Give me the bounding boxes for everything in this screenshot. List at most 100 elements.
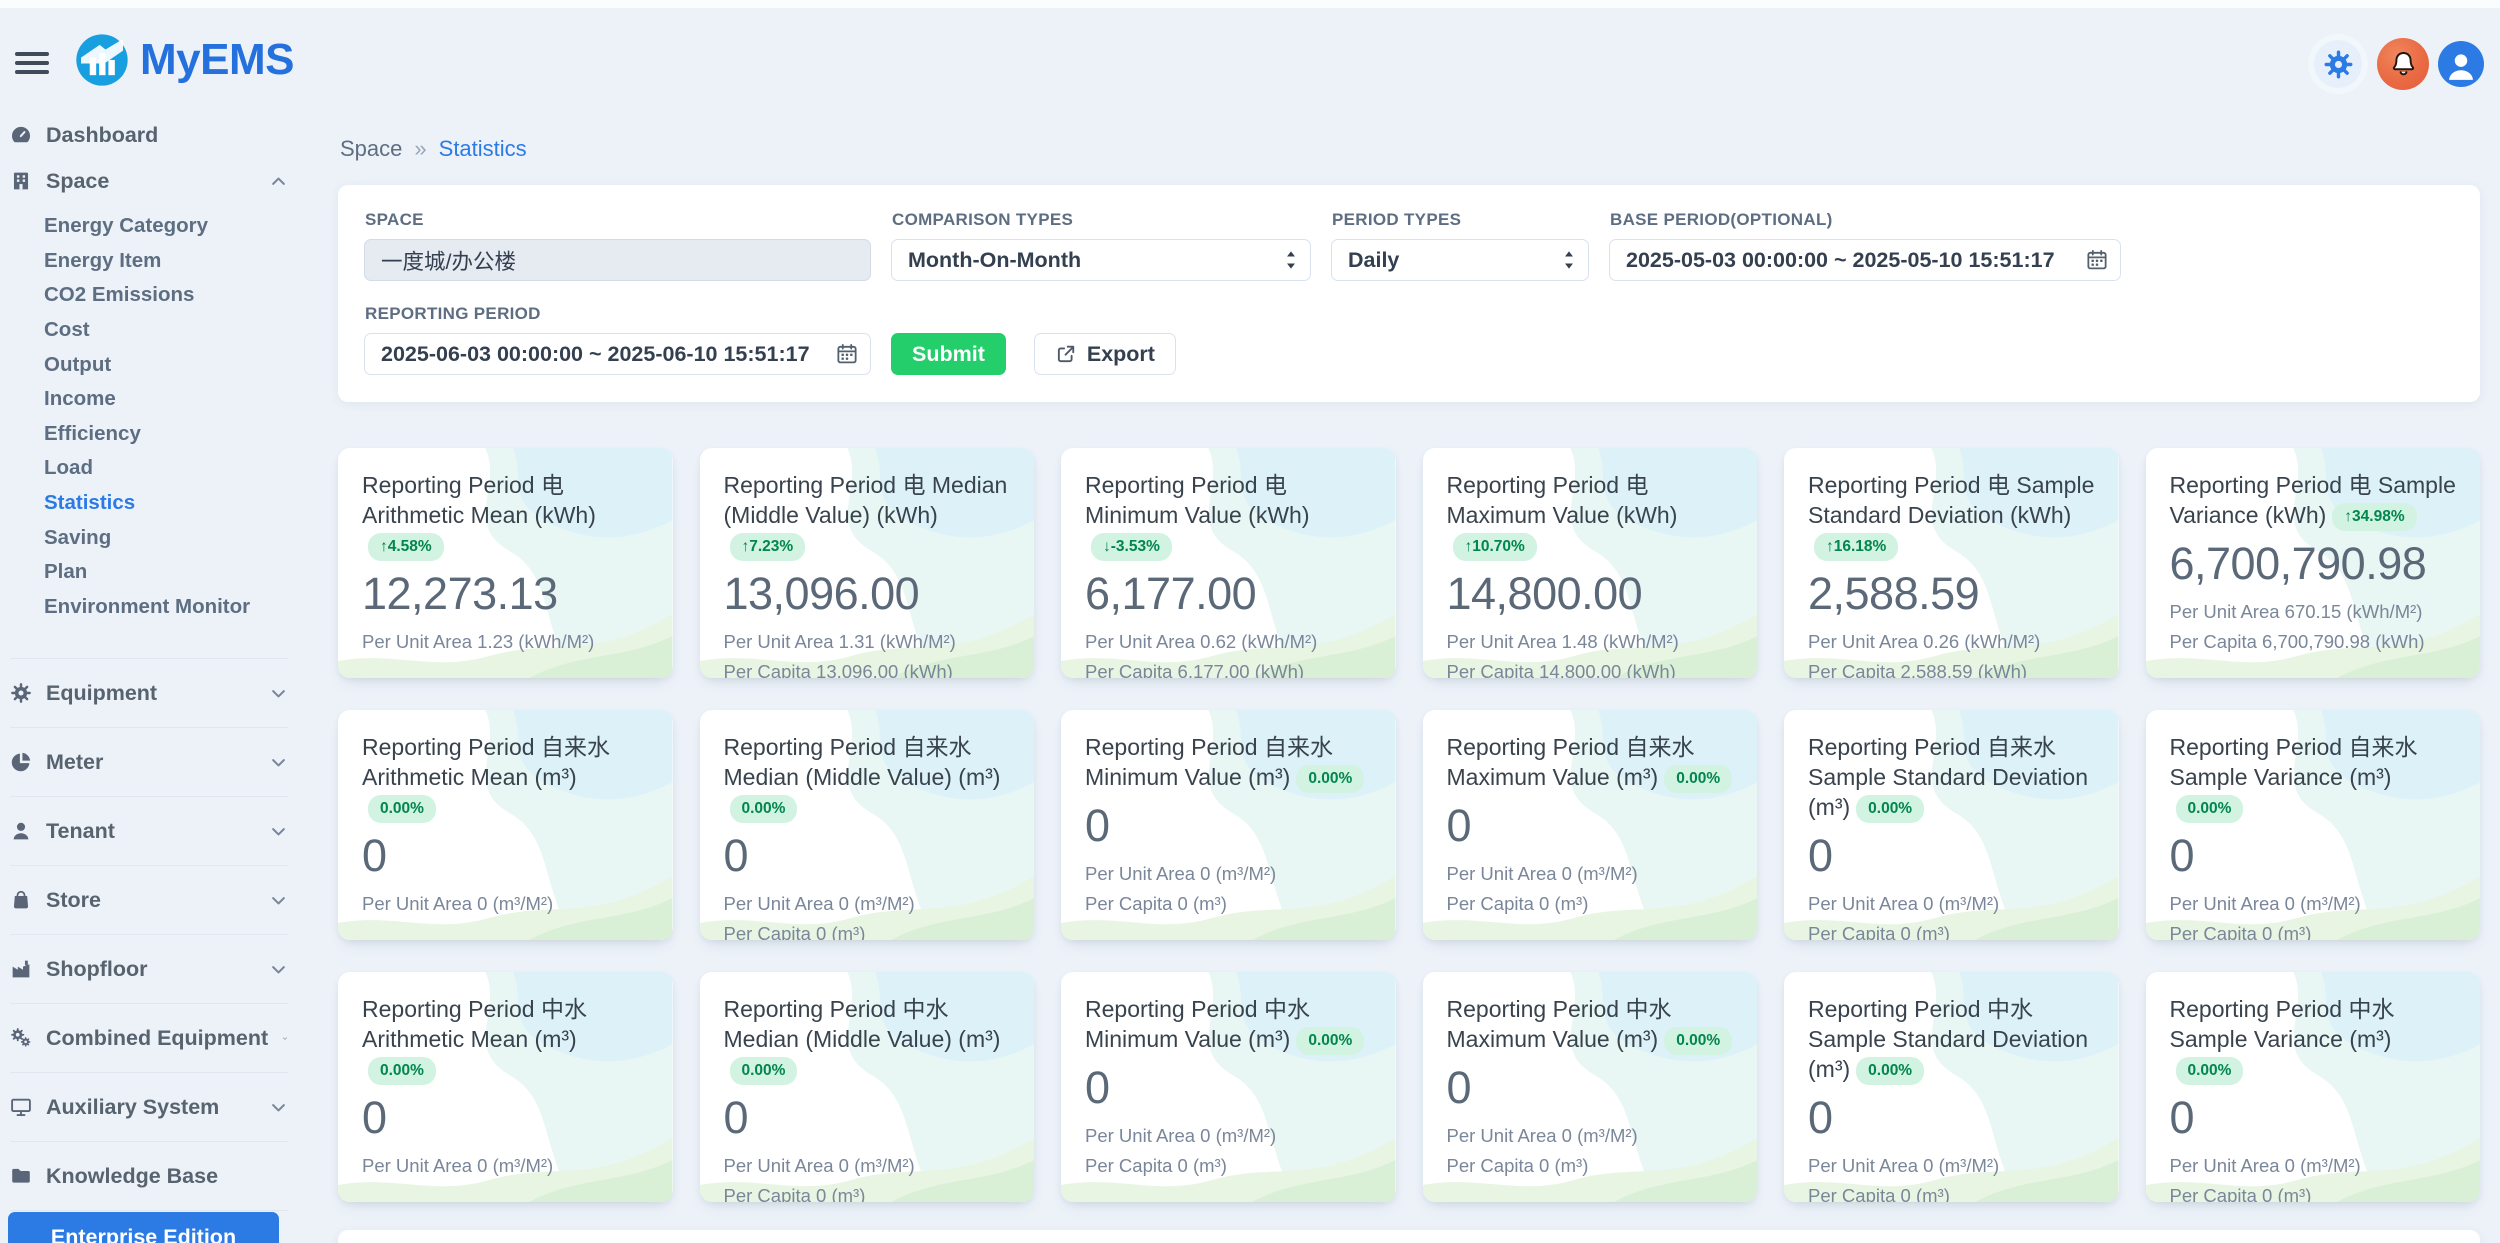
per-unit-area: Per Unit Area 1.23 (kWh/M²) xyxy=(362,629,649,654)
sidebar-item-knowledge-base[interactable]: Knowledge Base xyxy=(10,1141,288,1210)
top-bar: MyEMS xyxy=(0,8,2500,112)
stat-value: 0 xyxy=(1447,800,1734,852)
settings-button[interactable] xyxy=(2308,34,2368,94)
base-period-input[interactable] xyxy=(1609,239,2121,281)
change-badge: 0.00% xyxy=(1296,1027,1364,1055)
sidebar-item-energy-category[interactable]: Energy Category xyxy=(10,209,288,244)
sidebar-item-plan[interactable]: Plan xyxy=(10,555,288,590)
stat-card: Reporting Period 中水 Minimum Value (m³)0.… xyxy=(1061,972,1396,1202)
change-badge: ↑7.23% xyxy=(730,533,806,561)
card-title: Reporting Period 自来水 Arithmetic Mean (m³… xyxy=(362,732,649,823)
per-unit-area: Per Unit Area 0 (m³/M²) xyxy=(362,1153,649,1178)
reporting-period-input[interactable] xyxy=(364,333,871,375)
sidebar-item-cost[interactable]: Cost xyxy=(10,313,288,348)
breadcrumb-space: Space xyxy=(340,136,402,162)
calendar-icon[interactable] xyxy=(835,342,859,366)
export-icon xyxy=(1055,343,1077,365)
sidebar-item-energy-item[interactable]: Energy Item xyxy=(10,244,288,279)
stat-value: 0 xyxy=(1808,1092,2095,1144)
per-capita: Per Capita 0 (m³) xyxy=(2170,921,2457,941)
monitor-icon xyxy=(10,1096,32,1118)
stat-value: 0 xyxy=(1808,830,2095,882)
sidebar-item-environment-monitor[interactable]: Environment Monitor xyxy=(10,590,288,625)
gear-icon xyxy=(2308,34,2368,94)
per-unit-area: Per Unit Area 0 (m³/M²) xyxy=(1808,1153,2095,1178)
period-types-select[interactable]: Daily xyxy=(1331,239,1589,281)
sidebar-item-shopfloor[interactable]: Shopfloor xyxy=(10,934,288,1003)
card-title: Reporting Period 中水 Sample Standard Devi… xyxy=(1808,994,2095,1085)
stat-card: Reporting Period 中水 Sample Standard Devi… xyxy=(1784,972,2119,1202)
per-unit-area: Per Unit Area 1.31 (kWh/M²) xyxy=(724,629,1011,654)
stat-value: 2,588.59 xyxy=(1808,568,2095,620)
stat-value: 6,177.00 xyxy=(1085,568,1372,620)
stat-card: Reporting Period 电 Minimum Value (kWh)↓-… xyxy=(1061,448,1396,678)
sidebar-item-income[interactable]: Income xyxy=(10,382,288,417)
sidebar-item-equipment[interactable]: Equipment xyxy=(10,658,288,727)
stat-value: 0 xyxy=(724,1092,1011,1144)
change-badge: 0.00% xyxy=(1296,765,1364,793)
factory-icon xyxy=(10,958,32,980)
sidebar-item-saving[interactable]: Saving xyxy=(10,520,288,555)
user-avatar-button[interactable] xyxy=(2438,41,2484,87)
sidebar-item-store[interactable]: Store xyxy=(10,865,288,934)
submit-button[interactable]: Submit xyxy=(891,333,1006,375)
gear-icon xyxy=(10,682,32,704)
sidebar-item-co2-emissions[interactable]: CO2 Emissions xyxy=(10,278,288,313)
per-capita: Per Capita 2,588.59 (kWh) xyxy=(1808,659,2095,679)
sidebar-item-combined-equipment[interactable]: Combined Equipment xyxy=(10,1003,288,1072)
sidebar-item-statistics[interactable]: Statistics xyxy=(10,486,288,521)
breadcrumb-separator: » xyxy=(414,136,426,162)
period-types-value: Daily xyxy=(1348,248,1399,273)
sidebar-item-load[interactable]: Load xyxy=(10,451,288,486)
stat-card: Reporting Period 自来水 Sample Standard Dev… xyxy=(1784,710,2119,940)
per-capita: Per Capita 0 (m³) xyxy=(1085,1153,1372,1178)
sidebar-item-tenant[interactable]: Tenant xyxy=(10,796,288,865)
dashboard-icon xyxy=(10,124,32,146)
brand-logo[interactable]: MyEMS xyxy=(74,32,294,88)
space-input[interactable] xyxy=(364,239,871,281)
avatar xyxy=(2438,41,2484,87)
sidebar-item-auxiliary-system[interactable]: Auxiliary System xyxy=(10,1072,288,1141)
per-capita: Per Capita 0 (m³) xyxy=(724,921,1011,941)
brand-name: MyEMS xyxy=(140,35,294,85)
calendar-icon[interactable] xyxy=(2085,248,2109,272)
per-capita: Per Capita 0 (m³) xyxy=(724,1183,1011,1203)
stat-card: Reporting Period 电 Sample Variance (kWh)… xyxy=(2146,448,2481,678)
gears-icon xyxy=(10,1027,32,1049)
sidebar-item-efficiency[interactable]: Efficiency xyxy=(10,417,288,452)
hamburger-menu-button[interactable] xyxy=(10,46,54,80)
chevron-down-icon xyxy=(269,1098,288,1117)
export-button[interactable]: Export xyxy=(1034,333,1176,375)
change-badge: 0.00% xyxy=(368,1057,436,1085)
stat-value: 0 xyxy=(1447,1062,1734,1114)
comparison-types-value: Month-On-Month xyxy=(908,248,1081,273)
myems-logo-icon xyxy=(74,32,130,88)
stat-card: Reporting Period 电 Median (Middle Value)… xyxy=(700,448,1035,678)
per-unit-area: Per Unit Area 0 (m³/M²) xyxy=(1447,1123,1734,1148)
period-types-label: PERIOD TYPES xyxy=(1332,210,1589,230)
sidebar-item-output[interactable]: Output xyxy=(10,347,288,382)
chevron-down-icon xyxy=(269,753,288,772)
stat-card: Reporting Period 中水 Maximum Value (m³)0.… xyxy=(1423,972,1758,1202)
user-icon xyxy=(10,820,32,842)
top-edge-strip xyxy=(0,0,2500,8)
comparison-types-select[interactable]: Month-On-Month xyxy=(891,239,1311,281)
change-badge: ↓-3.53% xyxy=(1091,533,1172,561)
change-badge: 0.00% xyxy=(1664,765,1732,793)
card-title: Reporting Period 中水 Minimum Value (m³)0.… xyxy=(1085,994,1372,1055)
notifications-button[interactable] xyxy=(2377,38,2429,90)
per-capita: Per Capita 6,700,790.98 (kWh) xyxy=(2170,629,2457,654)
sidebar-item-space[interactable]: Space xyxy=(10,158,288,204)
stat-card: Reporting Period 电 Arithmetic Mean (kWh)… xyxy=(338,448,673,678)
change-badge: ↑4.58% xyxy=(368,533,444,561)
chevron-down-icon xyxy=(269,960,288,979)
sidebar-item-dashboard[interactable]: Dashboard xyxy=(10,112,288,158)
change-badge: 0.00% xyxy=(1664,1027,1732,1055)
sidebar-item-meter[interactable]: Meter xyxy=(10,727,288,796)
enterprise-edition-button[interactable]: Enterprise Edition xyxy=(8,1212,279,1243)
card-title: Reporting Period 自来水 Sample Variance (m³… xyxy=(2170,732,2457,823)
breadcrumb-statistics[interactable]: Statistics xyxy=(439,136,527,162)
per-unit-area: Per Unit Area 0 (m³/M²) xyxy=(1085,1123,1372,1148)
stat-value: 12,273.13 xyxy=(362,568,649,620)
sidebar-nav: Dashboard Space Energy Category Energy I… xyxy=(0,112,338,1210)
